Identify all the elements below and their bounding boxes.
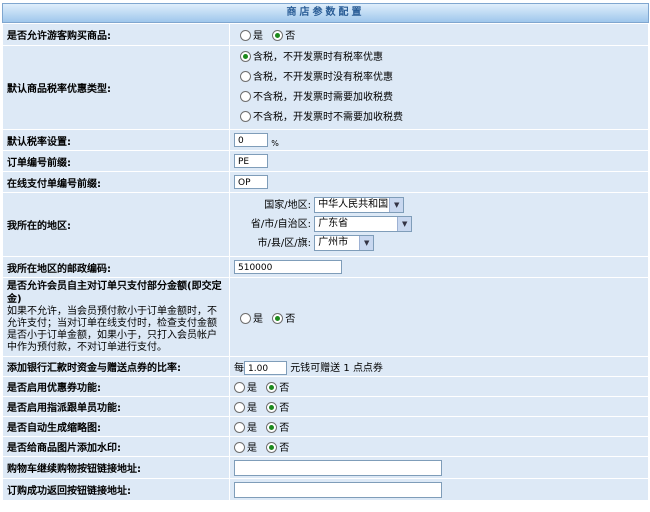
radio-selected-icon[interactable] <box>272 312 284 324</box>
province-select[interactable]: 广东省 ▼ <box>314 216 413 232</box>
row-postcode: 我所在地区的邮政编码: 510000 <box>2 256 649 278</box>
country-label: 国家/地区: <box>264 200 311 211</box>
label-success-link: 订购成功返回按钮链接地址: <box>2 478 230 501</box>
radio-icon[interactable] <box>240 312 251 324</box>
label-coupon-enable: 是否启用优惠券功能: <box>2 376 230 397</box>
tax-rate-input[interactable]: 0 <box>234 132 268 147</box>
label-tax-type: 默认商品税率优惠类型: <box>2 45 230 130</box>
label-guide-enable: 是否启用指派跟单员功能: <box>2 396 230 417</box>
row-coupon-ratio: 添加银行汇款时资金与赠送点券的比率: 每 1.00 元钱可赠送 1 点点券 <box>2 356 649 377</box>
radio-icon[interactable] <box>234 382 245 393</box>
radio-selected-icon[interactable] <box>266 442 278 453</box>
country-row: 国家/地区: 中华人民共和国 ▼ <box>230 196 644 215</box>
coupon-enable-no[interactable]: 否 <box>266 382 289 394</box>
row-region: 我所在的地区: 国家/地区: 中华人民共和国 ▼ 省/市/自治区: 广东省 ▼ 市/… <box>2 192 649 257</box>
label-watermark: 是否给商品图片添加水印: <box>2 436 230 457</box>
country-select[interactable]: 中华人民共和国 ▼ <box>314 197 405 213</box>
guest-buy-no[interactable]: 否 <box>272 30 295 42</box>
partial-pay-help: 如果不允许，当会员预付款小于订单金额时，不允许支付；当对订单在线支付时，检查支付… <box>7 306 217 353</box>
watermark-no[interactable]: 否 <box>266 442 289 454</box>
guide-enable-yes[interactable]: 是 <box>234 402 257 414</box>
label-guest-buy: 是否允许游客购买商品: <box>2 23 230 46</box>
success-link-input[interactable] <box>234 481 442 498</box>
panel-title: 商店参数配置 <box>2 3 649 23</box>
radio-icon[interactable] <box>240 90 251 102</box>
row-tax-rate: 默认税率设置: 0 % <box>2 129 649 151</box>
cart-link-input[interactable] <box>234 459 442 476</box>
thumbnail-no[interactable]: 否 <box>266 422 289 434</box>
label-tax-rate: 默认税率设置: <box>2 129 230 151</box>
city-label: 市/县/区/旗: <box>257 238 311 249</box>
radio-selected-icon[interactable] <box>240 50 251 62</box>
row-cart-link: 购物车继续购物按钮链接地址: <box>2 456 649 479</box>
province-row: 省/市/自治区: 广东省 ▼ <box>230 215 644 234</box>
partial-pay-yes[interactable]: 是 <box>240 312 263 325</box>
label-coupon-ratio: 添加银行汇款时资金与赠送点券的比率: <box>2 356 230 377</box>
province-label: 省/市/自治区: <box>250 219 311 230</box>
label-pay-prefix: 在线支付单编号前缀: <box>2 171 230 193</box>
partial-pay-no[interactable]: 否 <box>272 312 295 325</box>
row-guide-enable: 是否启用指派跟单员功能: 是 否 <box>2 396 649 417</box>
row-coupon-enable: 是否启用优惠券功能: 是 否 <box>2 376 649 397</box>
city-row: 市/县/区/旗: 广州市 ▼ <box>230 234 644 253</box>
tax-option-1[interactable]: 含税，不开发票时有税率优惠 <box>240 48 644 68</box>
coupon-ratio-input[interactable]: 1.00 <box>244 360 287 375</box>
label-region: 我所在的地区: <box>2 192 230 257</box>
radio-icon[interactable] <box>240 110 251 122</box>
radio-selected-icon[interactable] <box>266 402 278 413</box>
chevron-down-icon[interactable]: ▼ <box>359 236 374 250</box>
tax-option-2[interactable]: 含税，不开发票时没有税率优惠 <box>240 68 644 88</box>
settings-panel: 商店参数配置 是否允许游客购买商品: 是 否 默认商品税率优惠类型: 含税，不开… <box>0 0 650 512</box>
order-prefix-input[interactable]: PE <box>234 154 268 168</box>
guest-buy-yes[interactable]: 是 <box>240 30 263 42</box>
row-tax-type: 默认商品税率优惠类型: 含税，不开发票时有税率优惠 含税，不开发票时没有税率优惠… <box>2 45 649 130</box>
postcode-input[interactable]: 510000 <box>234 260 342 274</box>
row-success-link: 订购成功返回按钮链接地址: <box>2 478 649 501</box>
radio-selected-icon[interactable] <box>266 382 278 393</box>
label-postcode: 我所在地区的邮政编码: <box>2 256 230 278</box>
row-order-prefix: 订单编号前缀: PE <box>2 150 649 172</box>
label-cart-link: 购物车继续购物按钮链接地址: <box>2 456 230 479</box>
label-partial-pay: 是否允许会员自主对订单只支付部分金额(即交定金) 如果不允许，当会员预付款小于订… <box>2 277 230 357</box>
pay-prefix-input[interactable]: OP <box>234 175 268 189</box>
radio-selected-icon[interactable] <box>272 30 284 41</box>
tax-option-3[interactable]: 不含税，开发票时需要加收税费 <box>240 88 644 108</box>
radio-icon[interactable] <box>240 30 251 41</box>
coupon-points: 1 <box>343 362 350 374</box>
row-watermark: 是否给商品图片添加水印: 是 否 <box>2 436 649 457</box>
radio-icon[interactable] <box>234 402 245 413</box>
radio-icon[interactable] <box>240 70 251 82</box>
label-order-prefix: 订单编号前缀: <box>2 150 230 172</box>
row-thumbnail: 是否自动生成缩略图: 是 否 <box>2 416 649 437</box>
thumbnail-yes[interactable]: 是 <box>234 422 257 434</box>
radio-selected-icon[interactable] <box>266 422 278 433</box>
tax-rate-unit: % <box>271 138 279 148</box>
row-guest-buy: 是否允许游客购买商品: 是 否 <box>2 23 649 46</box>
chevron-down-icon[interactable]: ▼ <box>397 217 412 231</box>
row-partial-pay: 是否允许会员自主对订单只支付部分金额(即交定金) 如果不允许，当会员预付款小于订… <box>2 277 649 357</box>
coupon-enable-yes[interactable]: 是 <box>234 382 257 394</box>
label-thumbnail: 是否自动生成缩略图: <box>2 416 230 437</box>
radio-icon[interactable] <box>234 422 245 433</box>
tax-option-4[interactable]: 不含税，开发票时不需要加收税费 <box>240 108 644 128</box>
city-select[interactable]: 广州市 ▼ <box>314 235 375 251</box>
radio-icon[interactable] <box>234 442 245 453</box>
row-pay-prefix: 在线支付单编号前缀: OP <box>2 171 649 193</box>
guide-enable-no[interactable]: 否 <box>266 402 289 414</box>
watermark-yes[interactable]: 是 <box>234 442 257 454</box>
settings-table: 是否允许游客购买商品: 是 否 默认商品税率优惠类型: 含税，不开发票时有税率优… <box>2 23 649 501</box>
chevron-down-icon[interactable]: ▼ <box>389 198 404 212</box>
